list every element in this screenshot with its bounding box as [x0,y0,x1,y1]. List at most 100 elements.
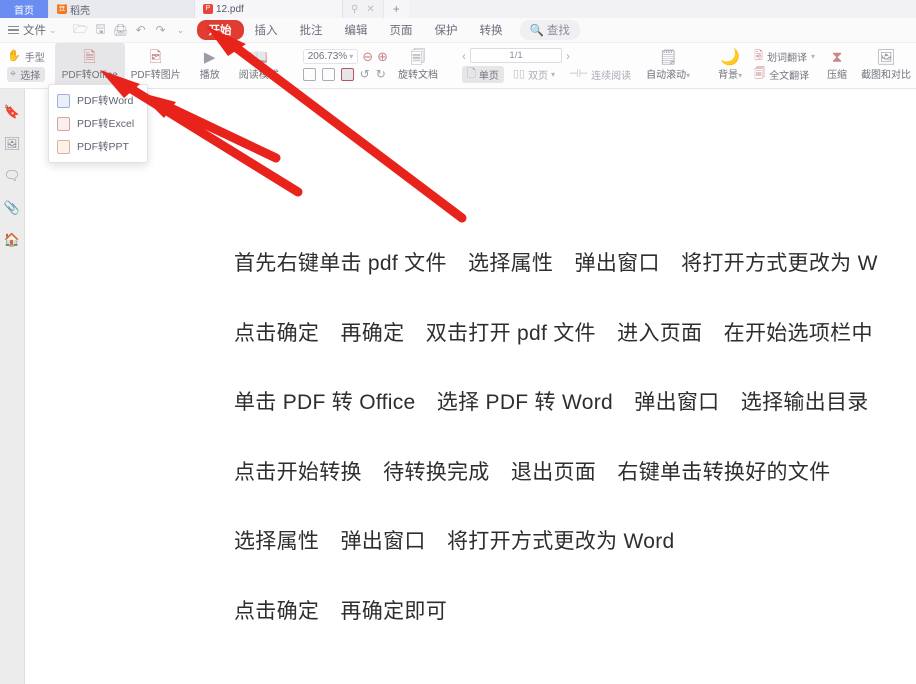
zoom-out-icon[interactable]: ⊖ [362,49,373,64]
fit-width-icon[interactable] [302,68,316,81]
menu-item-protect[interactable]: 保护 [424,22,469,38]
menu-item-page[interactable]: 页面 [379,22,424,38]
tab-docer[interactable]: 豆 稻壳 [49,0,195,18]
pdf-to-office-button[interactable]: 🗎 PDF转Office [54,43,125,88]
hamburger-icon[interactable] [8,25,19,35]
new-tab-button[interactable]: + [382,0,409,18]
hand-icon: ✋ [7,50,21,62]
rotate-document-button[interactable]: 🗐 旋转文档 [392,43,444,88]
prev-page-icon[interactable]: ‹ [462,49,466,63]
single-page-icon: 🗋 [467,68,476,80]
tab-home[interactable]: 首页 [0,0,49,18]
auto-scroll-button[interactable]: 🗒 自动滚动▾ [640,43,696,88]
menu-item-edit[interactable]: 编辑 [334,22,379,38]
excel-icon [57,116,70,131]
next-page-icon[interactable]: › [566,49,570,63]
ribbon-toolbar: ✋ 手型 ⌖ 选择 🗎 PDF转Office 🖻 PDF转图片 ▶ 播放 📖 阅… [0,43,916,89]
bookmark-icon[interactable]: 🔖 [4,105,20,118]
thumbnail-icon[interactable]: 🖼 [4,137,21,150]
ribbon-group-zoom: 206.73% ▾ ⊖ ⊕ ↺ ↻ 🗐 旋转文档 [296,43,447,88]
menu-item-convert[interactable]: 转换 [469,22,514,38]
view-continuous-label: 连续阅读 [591,71,632,82]
document-line-5: 选择属性 弹出窗口 将打开方式更改为 Word [234,530,675,553]
fit-visible-icon[interactable] [321,68,335,81]
select-mode-button[interactable]: ⌖ 选择 [7,67,45,82]
zoom-row: 206.73% ▾ ⊖ ⊕ [302,49,388,64]
read-mode-label: 阅读模式 [238,70,279,81]
menu-search-label: 查找 [546,25,570,37]
background-label: 背景▾ [718,66,742,81]
rotate-left-icon[interactable]: ↺ [360,67,370,82]
open-icon[interactable]: 🗁 [71,20,91,40]
ribbon-group-modes: ✋ 手型 ⌖ 选择 [0,43,52,88]
tab-tools: ⚲ ✕ [343,0,383,18]
pdf-to-image-label: PDF转图片 [130,70,181,81]
stamp-icon[interactable]: 🏠 [4,233,20,246]
menu-item-insert[interactable]: 插入 [244,22,289,38]
chevron-down-icon: ▾ [550,70,555,79]
hand-mode-button[interactable]: ✋ 手型 [7,49,45,64]
print-icon[interactable]: 🖨 [111,20,131,40]
fit-page-icon[interactable] [340,68,354,81]
zoom-level-field[interactable]: 206.73% ▾ [302,49,359,64]
rotate-document-label: 旋转文档 [398,70,439,81]
save-icon[interactable]: 🖫 [91,20,111,40]
dropdown-item-pdf-to-ppt[interactable]: PDF转PPT [49,135,147,158]
cursor-select-icon: ⌖ [10,68,17,80]
view-continuous-button[interactable]: ⊣⊢ 连续阅读 [564,66,636,83]
background-button[interactable]: 🌙 背景▾ [710,43,750,88]
play-label: 播放 [199,70,220,81]
attachment-icon[interactable]: 📎 [4,201,20,214]
play-button[interactable]: ▶ 播放 [187,43,233,88]
pin-icon[interactable]: ⚲ [351,4,358,15]
menu-item-start[interactable]: 开始 [196,20,244,40]
view-double-page-label: 双页 [527,71,548,82]
tab-document-label: 12.pdf [216,3,244,15]
word-translate-button[interactable]: 🗟 划词翻译 ▾ [754,49,815,64]
zoom-level-value: 206.73% [307,51,348,62]
tab-document[interactable]: P 12.pdf [195,0,343,18]
docer-icon: 豆 [57,4,67,14]
document-canvas[interactable]: 首先右键单击 pdf 文件 选择属性 弹出窗口 将打开方式更改为 W 点击确定 … [25,89,916,684]
book-icon: 📖 [249,49,269,66]
compress-button[interactable]: ⧗ 压缩 [819,43,855,88]
full-translate-icon: 🗐 [754,68,766,80]
page-stack: ‹ 1/1 › 🗋 单页 ▯▯ 双页 ▾ ⊣⊢ 连续阅读 [458,43,640,88]
customize-caret-icon[interactable]: ⌄ [171,20,191,40]
undo-icon[interactable]: ↶ [131,20,151,40]
left-sidebar-rail: 🔖 🖼 🗨 📎 🏠 [0,89,25,684]
pdf-to-image-button[interactable]: 🖻 PDF转图片 [125,43,187,88]
page-number-input[interactable]: 1/1 [470,48,563,63]
menu-search-button[interactable]: 🔍 查找 [519,20,580,40]
menu-file[interactable]: 文件 ⌄ [23,22,65,38]
tab-strip: 首页 豆 稻壳 P 12.pdf ⚲ ✕ + [0,0,916,18]
read-mode-button[interactable]: 📖 阅读模式 [233,43,285,88]
pdf-to-word-icon: 🗎 [83,49,96,66]
document-line-3: 单击 PDF 转 Office 选择 PDF 转 Word 弹出窗口 选择输出目… [234,391,869,414]
view-double-page-button[interactable]: ▯▯ 双页 ▾ [508,66,560,83]
comment-icon[interactable]: 🗨 [4,169,21,182]
moon-icon: 🌙 [720,49,741,66]
zoom-in-icon[interactable]: ⊕ [377,49,388,64]
document-line-6: 点击确定 再确定即可 [234,600,447,623]
pdf-to-office-label: PDF转Office [61,70,118,81]
word-icon [57,93,70,108]
close-icon[interactable]: ✕ [366,4,374,15]
dropdown-item-pdf-to-word[interactable]: PDF转Word [49,89,147,112]
view-mode-row: 🗋 单页 ▯▯ 双页 ▾ ⊣⊢ 连续阅读 [462,66,636,83]
document-line-4: 点击开始转换 待转换完成 退出页面 右键单击转换好的文件 [234,461,831,484]
document-line-2: 点击确定 再确定 双击打开 pdf 文件 进入页面 在开始选项栏中 [234,322,873,345]
word-translate-icon: 🗟 [754,50,764,62]
mode-stack: ✋ 手型 ⌖ 选择 [3,43,49,88]
rotate-right-icon[interactable]: ↻ [376,67,386,82]
menu-item-annotate[interactable]: 批注 [289,22,334,38]
full-translate-button[interactable]: 🗐 全文翻译 [754,67,815,82]
view-single-page-button[interactable]: 🗋 单页 [462,66,504,83]
double-page-icon: ▯▯ [512,68,525,80]
screenshot-compare-button[interactable]: 🖼 截图和对比 [855,43,916,88]
dropdown-item-pdf-to-excel[interactable]: PDF转Excel [49,112,147,135]
menu-bar: 文件 ⌄ 🗁 🖫 🖨 ↶ ↷ ⌄ 开始 插入 批注 编辑 页面 保护 转换 🔍 … [0,18,916,43]
redo-icon[interactable]: ↷ [151,20,171,40]
auto-scroll-text: 自动滚动 [646,70,687,81]
chevron-down-icon: ⌄ [49,24,57,35]
